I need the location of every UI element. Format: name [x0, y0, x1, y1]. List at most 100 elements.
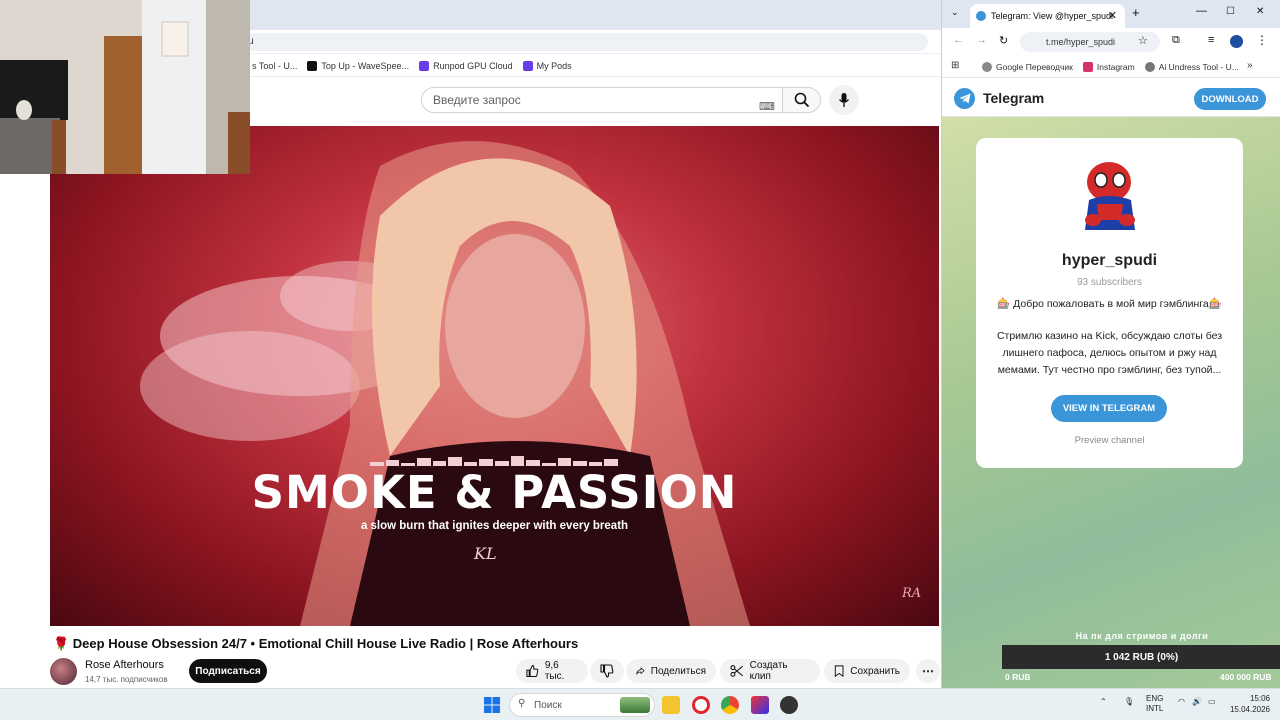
reload-icon[interactable]: ↻: [999, 34, 1008, 47]
windows-taskbar: ⚲ Поиск ⌃ 🎙 ENG INTL ◠ 🔊 ▭ 15:06 15.04.20…: [0, 688, 1280, 720]
bookmark-runpod[interactable]: Runpod GPU Cloud: [419, 60, 513, 71]
webcam-overlay: [0, 0, 250, 174]
apps-icon[interactable]: ⊞: [951, 60, 959, 71]
search-icon: ⚲: [518, 698, 526, 709]
channel-actions-row: Rose Afterhours 14,7 тыс. подписчиков По…: [50, 657, 940, 687]
share-icon: [636, 667, 645, 675]
channel-name[interactable]: Rose Afterhours: [85, 659, 164, 671]
youtube-search-input[interactable]: Введите запрос ⌨: [421, 87, 783, 113]
media-icon[interactable]: ≡: [1208, 34, 1214, 46]
left-url-field[interactable]: u: [228, 33, 928, 51]
channel-avatar: [1085, 162, 1135, 230]
right-bookmarks-bar: ⊞ Google Переводчик Instagram Ai Undress…: [942, 56, 1280, 78]
view-in-telegram-button[interactable]: VIEW IN TELEGRAM: [1051, 395, 1167, 422]
share-button[interactable]: Поделиться: [626, 659, 716, 683]
channel-description: Стримлю казино на Kick, обсуждаю слоты б…: [996, 330, 1223, 376]
minimize-icon[interactable]: —: [1196, 5, 1207, 17]
bookmark-wavespeed[interactable]: Top Up - WaveSpee...: [307, 60, 409, 71]
more-bookmarks-icon[interactable]: »: [1247, 60, 1253, 71]
app-icon[interactable]: [751, 696, 769, 714]
microphone-icon[interactable]: 🎙: [1124, 697, 1134, 706]
windows-start-icon[interactable]: [484, 697, 500, 713]
star-icon[interactable]: ☆: [1138, 34, 1148, 47]
video-player[interactable]: SMOKE & PASSION a slow burn that ignites…: [50, 126, 939, 626]
bookmark-ai-tool[interactable]: Ai Undress Tool - U...: [1144, 61, 1239, 72]
video-overlay-title: SMOKE & PASSION: [251, 466, 738, 519]
bookmark-icon: [834, 665, 844, 678]
donation-goal-max: 400 000 RUB: [1220, 672, 1272, 682]
bookmark-tool[interactable]: s Tool - U...: [252, 61, 297, 71]
globe-icon: [1144, 61, 1155, 72]
video-title: 🌹 Deep House Obsession 24/7 • Emotional …: [53, 636, 579, 651]
menu-icon[interactable]: ⋮: [1256, 33, 1268, 47]
dislike-button[interactable]: [590, 659, 624, 683]
bookmark-instagram[interactable]: Instagram: [1082, 61, 1135, 72]
close-tab-icon[interactable]: ✕: [1108, 9, 1117, 22]
wavespeed-icon: [307, 60, 318, 71]
back-icon[interactable]: ←: [953, 34, 964, 46]
channel-subscriber-count: 93 subscribers: [1076, 277, 1143, 288]
donation-goal-bar: 1 042 RUB (0%): [1002, 645, 1280, 669]
instagram-icon: [1082, 61, 1093, 72]
channel-preview-card: hyper_spudi 93 subscribers 🎰 Добро пожал…: [976, 138, 1243, 468]
youtube-search-button[interactable]: [783, 87, 821, 113]
taskbar-search[interactable]: ⚲ Поиск: [509, 693, 655, 717]
video-signature: KL: [474, 544, 497, 563]
donation-goal-current: 1 042 RUB (0%): [1104, 651, 1179, 663]
download-button[interactable]: DOWNLOAD: [1194, 88, 1266, 110]
runpod-icon: [419, 60, 430, 71]
preview-channel-link[interactable]: Preview channel: [976, 435, 1243, 446]
close-window-icon[interactable]: ✕: [1256, 6, 1264, 17]
audio-visualizer: [370, 456, 618, 466]
save-button[interactable]: Сохранить: [824, 659, 910, 683]
search-icon: [794, 92, 809, 108]
paper-plane-icon: [959, 93, 970, 104]
more-actions-button[interactable]: ⋯: [916, 659, 940, 683]
opera-icon[interactable]: [692, 696, 710, 714]
extensions-icon[interactable]: ⧉: [1172, 34, 1180, 47]
thumbs-down-icon: [600, 664, 614, 678]
tab-search-icon[interactable]: ⌄: [951, 7, 959, 18]
thumbs-up-icon: [526, 665, 539, 677]
wifi-icon[interactable]: ◠: [1178, 697, 1185, 706]
file-explorer-icon[interactable]: [662, 696, 680, 714]
obs-icon[interactable]: [780, 696, 798, 714]
search-highlight-icon: [620, 697, 650, 713]
taskbar-clock[interactable]: 15:06 15.04.2026: [1224, 693, 1270, 715]
channel-avatar[interactable]: [50, 658, 77, 685]
language-indicator[interactable]: ENG INTL: [1146, 694, 1163, 714]
donation-goal-min: 0 RUB: [1005, 672, 1031, 682]
right-toolbar: ← → ↻ t.me/hyper_spudi ☆ ⧉ ≡ ⋮: [942, 28, 1280, 56]
forward-icon[interactable]: →: [976, 34, 987, 46]
telegram-logo-icon[interactable]: [954, 88, 975, 109]
video-overlay-subtitle: a slow burn that ignites deeper with eve…: [360, 520, 629, 532]
channel-name: hyper_spudi: [1061, 252, 1158, 269]
tab-telegram[interactable]: Telegram: View @hyper_spudi ✕: [970, 4, 1125, 28]
tray-chevron-icon[interactable]: ⌃: [1100, 697, 1107, 706]
channel-greeting: 🎰 Добро пожаловать в мой мир гэмблинга🎰: [997, 298, 1222, 310]
channel-subscriber-count: 14,7 тыс. подписчиков: [85, 675, 168, 684]
keyboard-icon[interactable]: ⌨: [759, 95, 775, 119]
globe-icon: [982, 61, 992, 72]
new-tab-icon[interactable]: +: [1132, 5, 1140, 20]
donation-goal-caption: На пк для стримов и долги: [1075, 631, 1209, 641]
profile-avatar[interactable]: [1230, 35, 1243, 48]
maximize-icon[interactable]: ☐: [1226, 6, 1235, 17]
voice-search-button[interactable]: [829, 85, 859, 115]
chrome-icon[interactable]: [721, 696, 739, 714]
telegram-header: Telegram DOWNLOAD: [942, 79, 1280, 117]
telegram-brand[interactable]: Telegram: [983, 90, 1044, 106]
like-button[interactable]: 9,6 тыс.: [516, 659, 588, 683]
webcam-feed: [0, 0, 250, 174]
telegram-favicon: [976, 11, 986, 21]
video-watermark: RA: [902, 586, 922, 601]
battery-icon[interactable]: ▭: [1208, 697, 1216, 706]
clip-button[interactable]: Создать клип: [720, 659, 820, 683]
scissors-icon: [730, 665, 743, 677]
volume-icon[interactable]: 🔊: [1192, 697, 1202, 706]
subscribe-button[interactable]: Подписаться: [189, 659, 267, 683]
telegram-browser-window: ⌄ Telegram: View @hyper_spudi ✕ + — ☐ ✕ …: [941, 0, 1280, 688]
bookmark-my-pods[interactable]: My Pods: [522, 60, 572, 71]
right-tab-strip: ⌄ Telegram: View @hyper_spudi ✕ + — ☐ ✕: [942, 0, 1280, 28]
bookmark-google-translate[interactable]: Google Переводчик: [982, 61, 1073, 72]
